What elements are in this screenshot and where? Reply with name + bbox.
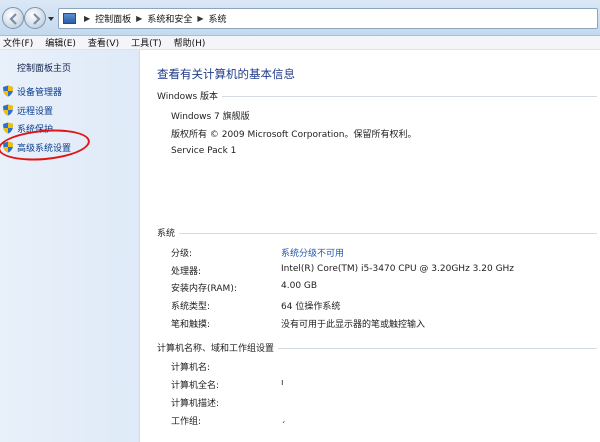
menu-view[interactable]: 查看(V) — [88, 36, 119, 49]
processor-value: Intel(R) Core(TM) i5-3470 CPU @ 3.20GHz … — [281, 264, 515, 274]
shield-icon — [3, 104, 13, 116]
windows-edition-name: Windows 7 旗舰版 — [171, 112, 250, 122]
menu-tools[interactable]: 工具(T) — [131, 36, 162, 49]
full-computer-name-label: 计算机全名: — [171, 381, 220, 391]
breadcrumb[interactable]: ▶ 控制面板 ▶ 系统和安全 ▶ 系统 — [58, 8, 598, 29]
forward-button[interactable] — [24, 7, 46, 29]
service-pack-text: Service Pack 1 — [171, 146, 237, 156]
menu-edit[interactable]: 编辑(E) — [45, 36, 76, 49]
sidebar-home-link[interactable]: 控制面板主页 — [17, 61, 71, 74]
pen-touch-label: 笔和触摸: — [171, 320, 211, 330]
page-title: 查看有关计算机的基本信息 — [157, 67, 295, 81]
section-divider — [222, 95, 597, 97]
ram-value: 4.00 GB — [281, 281, 318, 291]
control-panel-icon — [63, 13, 76, 24]
section-system: 系统 — [157, 226, 597, 239]
copyright-text: 版权所有 © 2009 Microsoft Corporation。保留所有权利… — [171, 130, 417, 140]
main-content: 查看有关计算机的基本信息 Windows 版本 Windows 7 旗舰版 版权… — [141, 50, 600, 442]
breadcrumb-system[interactable]: 系统 — [209, 12, 227, 25]
menu-help[interactable]: 帮助(H) — [174, 36, 206, 49]
rating-link[interactable]: 系统分级不可用 — [281, 246, 344, 259]
sidebar-item-device-manager[interactable]: 设备管理器 — [2, 84, 62, 98]
full-computer-name-value: ı — [281, 378, 284, 388]
system-type-label: 系统类型: — [171, 302, 211, 312]
ram-label: 安装内存(RAM): — [171, 284, 237, 294]
chevron-right-icon[interactable]: ▶ — [84, 14, 90, 23]
pen-touch-value: 没有可用于此显示器的笔或触控输入 — [281, 320, 426, 330]
section-divider — [278, 347, 597, 349]
computer-description-label: 计算机描述: — [171, 399, 220, 409]
section-header: 计算机名称、域和工作组设置 — [157, 344, 275, 354]
workgroup-value: ˏ — [281, 414, 286, 424]
menu-file[interactable]: 文件(F) — [3, 36, 33, 49]
workgroup-label: 工作组: — [171, 417, 202, 427]
processor-label: 处理器: — [171, 267, 202, 277]
rating-label: 分级: — [171, 249, 193, 259]
sidebar-item-label: 设备管理器 — [17, 87, 63, 98]
section-divider — [179, 232, 597, 234]
section-computer-name: 计算机名称、域和工作组设置 — [157, 341, 597, 354]
chevron-right-icon[interactable]: ▶ — [136, 14, 142, 23]
sidebar-item-remote-settings[interactable]: 远程设置 — [2, 103, 53, 117]
arrow-right-icon — [33, 13, 41, 25]
computer-name-label: 计算机名: — [171, 363, 211, 373]
arrow-left-icon — [9, 13, 17, 25]
system-type-value: 64 位操作系统 — [281, 302, 341, 312]
section-header: 系统 — [157, 229, 176, 239]
chevron-right-icon[interactable]: ▶ — [197, 14, 203, 23]
back-button[interactable] — [2, 7, 24, 29]
section-windows-edition: Windows 版本 — [157, 89, 597, 102]
sidebar-item-label: 远程设置 — [17, 106, 54, 117]
history-dropdown-icon[interactable] — [47, 15, 55, 23]
section-header: Windows 版本 — [157, 92, 219, 102]
shield-icon — [3, 122, 13, 134]
breadcrumb-control-panel[interactable]: 控制面板 — [95, 12, 131, 25]
menu-bar: 文件(F) 编辑(E) 查看(V) 工具(T) 帮助(H) — [0, 36, 600, 50]
shield-icon — [3, 85, 13, 97]
address-bar: ▶ 控制面板 ▶ 系统和安全 ▶ 系统 — [0, 0, 600, 36]
breadcrumb-system-security[interactable]: 系统和安全 — [147, 12, 192, 25]
sidebar: 控制面板主页 设备管理器 远程设置 系统保护 高级系统设置 — [0, 50, 140, 442]
